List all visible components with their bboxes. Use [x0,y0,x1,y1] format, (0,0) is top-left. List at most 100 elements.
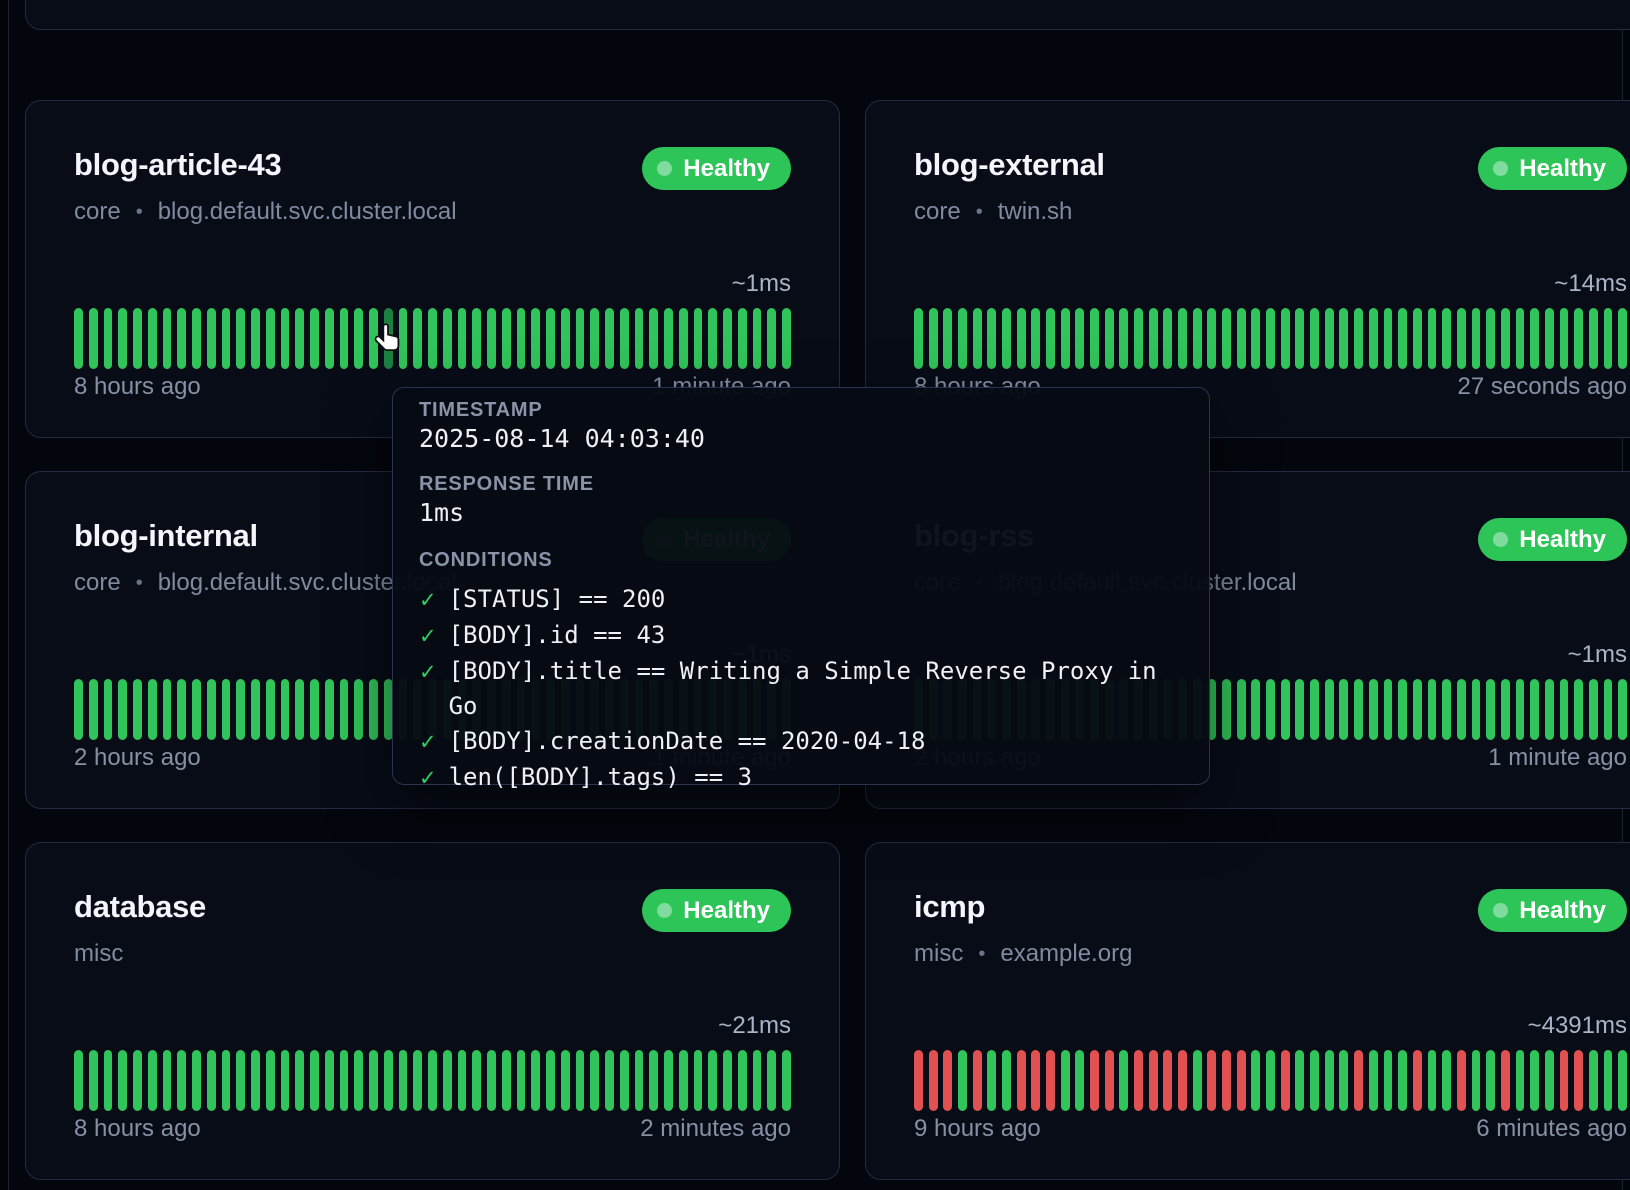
bar-up[interactable] [1530,308,1539,369]
bar-up[interactable] [502,1050,511,1111]
bar-up[interactable] [325,679,334,740]
bar-up[interactable] [1501,679,1510,740]
bar-up[interactable] [605,1050,614,1111]
bar-up[interactable] [738,1050,747,1111]
bar-up[interactable] [1295,308,1304,369]
bar-up[interactable] [443,1050,452,1111]
bar-up[interactable] [325,308,334,369]
bar-up[interactable] [1310,679,1319,740]
bar-up[interactable] [576,1050,585,1111]
bar-up[interactable] [531,308,540,369]
bar-up[interactable] [723,308,732,369]
bar-up[interactable] [1266,1050,1275,1111]
bar-up[interactable] [236,308,245,369]
bar-up[interactable] [546,308,555,369]
bar-down[interactable] [1105,1050,1114,1111]
bar-up[interactable] [325,1050,334,1111]
bar-up[interactable] [679,308,688,369]
bar-up[interactable] [1339,1050,1348,1111]
bar-up[interactable] [1530,679,1539,740]
bar-up[interactable] [251,308,260,369]
bar-down[interactable] [1354,1050,1363,1111]
bar-up[interactable] [767,308,776,369]
bar-up[interactable] [177,1050,186,1111]
bar-up[interactable] [546,1050,555,1111]
bar-up[interactable] [1017,308,1026,369]
bar-up[interactable] [384,1050,393,1111]
bar-up[interactable] [973,308,982,369]
bar-up[interactable] [1061,308,1070,369]
bar-up[interactable] [1266,679,1275,740]
bar-up[interactable] [1295,1050,1304,1111]
bar-up[interactable] [943,308,952,369]
bar-up[interactable] [1486,308,1495,369]
bar-up[interactable] [561,1050,570,1111]
bar-up[interactable] [1560,308,1569,369]
bar-up[interactable] [576,308,585,369]
bar-up[interactable] [590,1050,599,1111]
bar-up[interactable] [1310,1050,1319,1111]
bar-up[interactable] [1325,308,1334,369]
bar-up[interactable] [1384,1050,1393,1111]
bar-up[interactable] [281,1050,290,1111]
bar-up[interactable] [1604,1050,1613,1111]
bar-up[interactable] [929,308,938,369]
bar-down[interactable] [1560,1050,1569,1111]
bar-up[interactable] [1516,679,1525,740]
bar-up[interactable] [133,679,142,740]
bar-up[interactable] [1281,308,1290,369]
bar-up[interactable] [1472,308,1481,369]
bar-up[interactable] [369,679,378,740]
bar-up[interactable] [1413,308,1422,369]
bar-up[interactable] [590,308,599,369]
bar-down[interactable] [1163,1050,1172,1111]
bar-up[interactable] [1589,679,1598,740]
bar-up[interactable] [369,1050,378,1111]
bar-up[interactable] [1589,308,1598,369]
bar-down[interactable] [943,1050,952,1111]
bar-up[interactable] [295,1050,304,1111]
bar-up[interactable] [1545,679,1554,740]
bar-up[interactable] [1545,308,1554,369]
bar-down[interactable] [1178,1050,1187,1111]
bar-up[interactable] [1442,308,1451,369]
bar-up[interactable] [1574,679,1583,740]
bar-up[interactable] [517,308,526,369]
bar-up[interactable] [1369,1050,1378,1111]
bar-up[interactable] [266,679,275,740]
bar-up[interactable] [1369,308,1378,369]
bar-up[interactable] [635,1050,644,1111]
bar-up[interactable] [1295,679,1304,740]
bar-up[interactable] [295,679,304,740]
bar-up[interactable] [1472,1050,1481,1111]
bar-up[interactable] [148,1050,157,1111]
bar-up[interactable] [1251,679,1260,740]
bar-down[interactable] [1090,1050,1099,1111]
bar-up[interactable] [1354,308,1363,369]
bar-down[interactable] [1222,1050,1231,1111]
bar-up[interactable] [1442,679,1451,740]
bar-up[interactable] [222,679,231,740]
bar-up[interactable] [1237,308,1246,369]
bar-up[interactable] [1589,1050,1598,1111]
bar-up[interactable] [222,1050,231,1111]
bar-up[interactable] [1472,679,1481,740]
bar-up[interactable] [74,679,83,740]
bar-up[interactable] [443,308,452,369]
bar-up[interactable] [1618,679,1627,740]
bar-up[interactable] [1075,1050,1084,1111]
bar-up[interactable] [1207,308,1216,369]
bar-up[interactable] [1251,1050,1260,1111]
bar-up[interactable] [207,1050,216,1111]
bar-up[interactable] [635,308,644,369]
bar-up[interactable] [1163,308,1172,369]
bar-up[interactable] [1398,1050,1407,1111]
bar-up[interactable] [118,679,127,740]
bar-up[interactable] [649,1050,658,1111]
bar-up[interactable] [561,308,570,369]
bar-up[interactable] [1178,308,1187,369]
bar-up[interactable] [1119,308,1128,369]
bar-up[interactable] [1618,308,1627,369]
bar-down[interactable] [1413,1050,1422,1111]
bar-up[interactable] [1281,679,1290,740]
